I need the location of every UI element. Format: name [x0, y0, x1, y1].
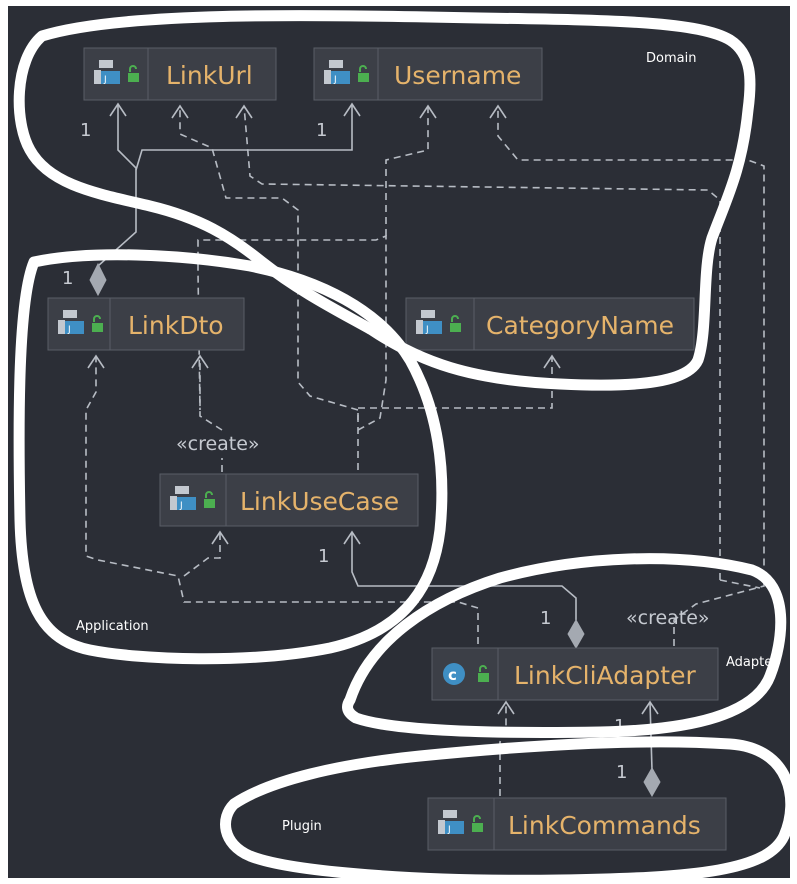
node-linkurl[interactable]: LinkUrl [83, 47, 277, 101]
svg-text:c: c [448, 666, 457, 684]
node-linkdto[interactable]: LinkDto [47, 297, 245, 351]
create-stereotype-label: «create» [626, 607, 710, 629]
node-label: Username [394, 61, 521, 90]
region-label-application: Application [76, 619, 149, 634]
region-label-domain: Domain [646, 51, 696, 66]
node-label: LinkCliAdapter [514, 661, 696, 690]
region-label-plugin: Plugin [282, 819, 322, 834]
node-label: CategoryName [486, 311, 674, 340]
create-stereotype-label: «create» [176, 433, 260, 455]
node-linkcliadapter[interactable]: c LinkCliAdapter [431, 647, 719, 701]
node-linkusecase[interactable]: LinkUseCase [159, 473, 419, 527]
node-categoryname[interactable]: CategoryName [405, 297, 695, 351]
multiplicity-label: 1 [616, 762, 627, 783]
node-username[interactable]: Username [313, 47, 543, 101]
multiplicity-label: 1 [318, 546, 329, 567]
node-label: LinkUrl [166, 61, 253, 90]
multiplicity-label: 1 [62, 268, 73, 289]
node-linkcommands[interactable]: LinkCommands [427, 797, 727, 851]
node-label: LinkUseCase [240, 487, 399, 516]
multiplicity-label: 1 [316, 120, 327, 141]
multiplicity-label: 1 [80, 120, 91, 141]
multiplicity-label: 1 [540, 608, 551, 629]
node-label: LinkDto [128, 311, 224, 340]
uml-class-diagram: J [8, 6, 797, 884]
region-label-adapter: Adapter [726, 655, 778, 670]
node-label: LinkCommands [508, 811, 701, 840]
class-c-icon: c [443, 663, 465, 685]
diagram-canvas: J [0, 0, 797, 884]
